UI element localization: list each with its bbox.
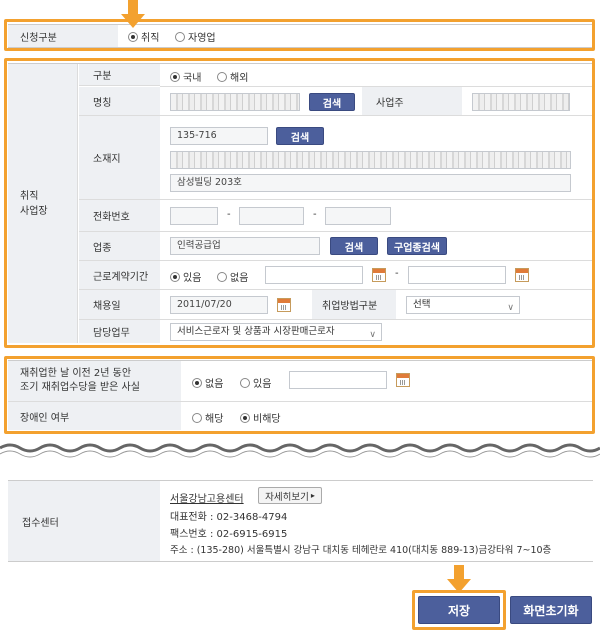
highlight-save xyxy=(412,590,506,630)
highlight-workplace xyxy=(4,58,595,348)
center-phone: 대표전화 : 02-3468-4794 xyxy=(170,512,288,523)
highlight-application-type xyxy=(4,19,595,51)
center-fax: 팩스번호 : 02-6915-6915 xyxy=(170,529,288,540)
chevron-right-icon: ▸ xyxy=(310,491,315,500)
center-address: 주소 : (135-280) 서울특별시 강남구 대치동 테헤란로 410(대치… xyxy=(170,545,552,556)
center-detail-button[interactable]: 자세히보기 ▸ xyxy=(258,487,322,504)
arrow-down-icon xyxy=(121,0,145,28)
center-label: 접수센터 xyxy=(8,481,160,561)
wavy-divider xyxy=(0,443,600,458)
highlight-extra xyxy=(4,356,595,434)
reset-button[interactable]: 화면초기화 xyxy=(510,596,592,624)
center-name-link[interactable]: 서울강남고용센터 xyxy=(170,490,244,505)
